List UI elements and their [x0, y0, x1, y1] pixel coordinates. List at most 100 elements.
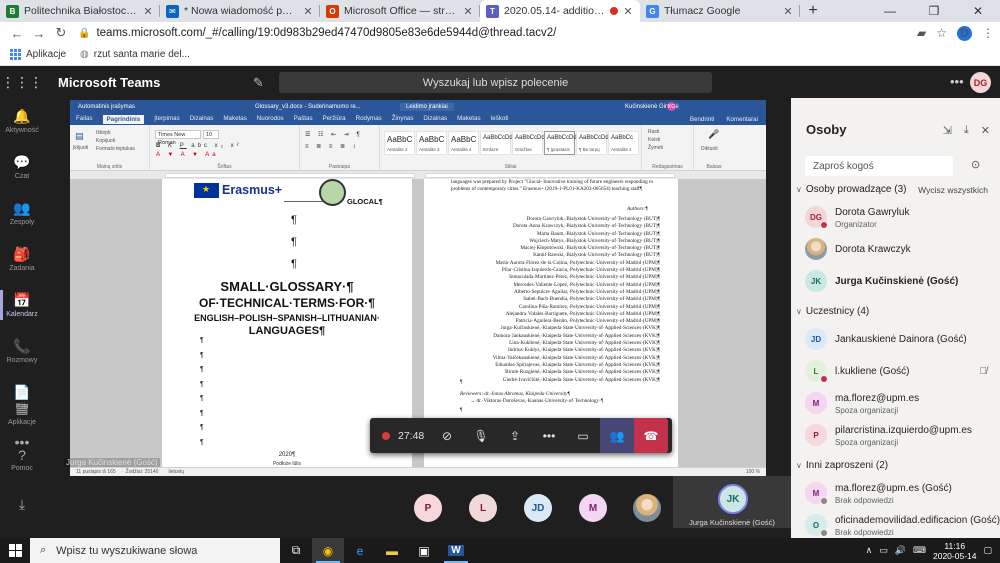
system-tray: ∧ ▭ 🔊 ⌨ 11:16 2020-05-14 ▢	[866, 538, 992, 563]
participant-row[interactable]: Ooficinademovilidad.edificacion (Gość) Br…	[805, 512, 1000, 538]
microphone-button[interactable]: 🎙	[464, 418, 498, 453]
start-button[interactable]	[0, 538, 30, 563]
task-view-taskbar-button[interactable]: ⧉	[280, 538, 312, 563]
rail-item-rozmowy[interactable]: 📞 Rozmowy	[0, 328, 44, 374]
participant-row[interactable]: JD Jankauskienė Dainora (Gość)	[805, 326, 995, 358]
tab-close-icon[interactable]: ✕	[142, 5, 154, 18]
chrome-taskbar-button[interactable]: ◉	[312, 538, 344, 563]
new-tab-button[interactable]: +	[800, 0, 826, 22]
show-conversation-button[interactable]: ▭	[566, 418, 600, 453]
people-icon: 👥	[609, 428, 625, 443]
rail-item-pomoc[interactable]: ? Pomoc	[0, 436, 44, 482]
word-taskbar-button[interactable]: W	[440, 538, 472, 563]
tab-close-icon[interactable]: ✕	[782, 5, 794, 18]
participant-avatar: M	[805, 392, 827, 414]
edge-taskbar-button[interactable]: e	[344, 538, 376, 563]
word-ribbon: ▤ Įklijuoti Iškirpti Kopijuoti Formato t…	[70, 125, 766, 171]
reload-button[interactable]: ↻	[50, 25, 72, 41]
browser-menu-icon[interactable]: ⋮	[982, 26, 994, 40]
more-actions-button[interactable]: •••	[532, 418, 566, 453]
participant-row[interactable]: Ll.kukliene (Gość) 🎙̸	[805, 358, 995, 390]
author-line: Jurga·Kučinskienė,·Klaipeda·State·Univer…	[500, 325, 660, 332]
people-panel: Osoby ⇲ ⤓ ✕ Zaproś kogoś ⊙ ∨ Osoby prowad…	[791, 98, 1000, 538]
maximize-button[interactable]: ❐	[912, 0, 956, 22]
close-icon[interactable]: ✕	[981, 124, 990, 137]
participant-avatar[interactable]: L	[469, 494, 497, 522]
browser-tab[interactable]: G Tłumacz Google ✕	[640, 0, 800, 22]
forward-button[interactable]: →	[28, 26, 50, 41]
participant-avatar[interactable]: JD	[524, 494, 552, 522]
font-name-box: Times New Roman	[155, 130, 201, 146]
taskbar-search-input[interactable]: ⌕ Wpisz tu wyszukiwane słowa	[30, 538, 280, 563]
close-window-button[interactable]: ✕	[956, 0, 1000, 22]
store-taskbar-button[interactable]: ▣	[408, 538, 440, 563]
mute-all-icon[interactable]: ⇲	[943, 124, 952, 137]
people-section-header[interactable]: ∨ Osoby prowadzące (3)	[796, 184, 906, 195]
participant-row[interactable]: JK Jurga Kučinskienė (Gość)	[805, 268, 995, 300]
rail-item-czat[interactable]: 💬 Czat	[0, 144, 44, 190]
omnibox[interactable]: 🔒 teams.microsoft.com/_#/calling/19:0d98…	[78, 24, 898, 42]
tab-close-icon[interactable]: ✕	[302, 5, 314, 18]
camera-off-button[interactable]: ⊘	[430, 418, 464, 453]
tab-close-icon[interactable]: ✕	[622, 5, 634, 18]
participant-row[interactable]: Mma.florez@upm.es (Gość) Brak odpowiedzi	[805, 480, 995, 512]
show-participants-button[interactable]: 👥	[600, 418, 634, 453]
pilcrow: ¶	[200, 366, 204, 373]
participant-row[interactable]: DG Dorota Gawryluk Organizator	[805, 204, 995, 236]
participant-avatar[interactable]: P	[414, 494, 442, 522]
bookmark-rzut[interactable]: ◍ rzut santa marie del...	[80, 49, 190, 60]
tray-overflow-icon[interactable]: ∧	[866, 545, 873, 556]
invite-input[interactable]: Zaproś kogoś	[805, 156, 953, 176]
author-line: Kamil·Rawski,·Bialystok·University·of·Te…	[533, 252, 660, 259]
rail-item-zespoły[interactable]: 👥 Zespoły	[0, 190, 44, 236]
browser-tab[interactable]: ✉ * Nowa wiadomość pocztowa ✕	[160, 0, 320, 22]
download-app-button[interactable]: ⤓	[0, 482, 44, 528]
browser-tab[interactable]: B Politechnika Białostocka - Serwer ✕	[0, 0, 160, 22]
rail-item-label: Zadania	[9, 265, 35, 272]
app-launcher-icon[interactable]: ⋮⋮⋮	[0, 74, 44, 91]
camera-off-icon: ⊘	[441, 428, 453, 443]
teams-search-input[interactable]: Wyszukaj lub wpisz polecenie	[279, 72, 712, 93]
camera-icon[interactable]: ▰	[917, 26, 926, 40]
participant-row[interactable]: Dorota Krawczyk	[805, 236, 995, 268]
presence-status-icon	[820, 529, 828, 537]
word-filename: Glossary_v3.docx - Suderinamumo re...	[255, 103, 361, 110]
rail-item-aplikacje[interactable]: ▦ Aplikacje	[0, 390, 44, 436]
presence-status-icon	[820, 375, 828, 383]
file-explorer-taskbar-button[interactable]: ▬	[376, 538, 408, 563]
system-clock[interactable]: 11:16 2020-05-14	[933, 541, 976, 561]
participant-photo-avatar[interactable]	[633, 494, 661, 522]
participant-row[interactable]: Mma.florez@upm.es Spoza organizacji	[805, 390, 995, 422]
more-options-icon[interactable]: •••	[950, 74, 964, 89]
word-tab: Žinynas	[391, 114, 414, 122]
bookmark-apps[interactable]: Aplikacje	[10, 49, 66, 60]
share-invite-icon[interactable]: ⊙	[971, 158, 980, 171]
network-icon[interactable]: ▭	[879, 545, 888, 556]
browser-tab[interactable]: T 2020.05.14- additional meeting ✕	[480, 0, 640, 22]
rail-item-zadania[interactable]: 🎒 Zadania	[0, 236, 44, 282]
hang-up-button[interactable]: ☎	[634, 418, 668, 453]
share-screen-button[interactable]: ⇪	[498, 418, 532, 453]
participant-row[interactable]: Ppilarcristina.izquierdo@upm.es Spoza org…	[805, 422, 995, 454]
tab-close-icon[interactable]: ✕	[462, 5, 474, 18]
people-section-header[interactable]: ∨ Uczestnicy (4)	[796, 306, 869, 317]
user-avatar[interactable]: DG	[970, 72, 991, 93]
volume-icon[interactable]: 🔊	[895, 545, 906, 556]
mute-all-button[interactable]: Wycisz wszystkich	[918, 185, 988, 195]
tab-title: Tłumacz Google	[664, 5, 741, 17]
back-button[interactable]: ←	[6, 26, 28, 41]
browser-profile-avatar[interactable]: D	[957, 25, 972, 41]
new-chat-icon[interactable]: ✎	[253, 75, 264, 91]
rail-item-kalendarz[interactable]: 📅 Kalendarz	[0, 282, 44, 328]
minimize-button[interactable]: —	[868, 0, 912, 22]
browser-tab[interactable]: O Microsoft Office — strona główna ✕	[320, 0, 480, 22]
download-icon[interactable]: ⤓	[964, 124, 969, 137]
participant-avatar[interactable]: M	[579, 494, 607, 522]
star-icon[interactable]: ☆	[936, 26, 947, 40]
active-speaker-tile[interactable]: JK Jurga Kučinskienė (Gość)	[673, 476, 791, 528]
people-section-header[interactable]: ∨ Inni zaproszeni (2)	[796, 460, 888, 471]
comments-button: Komentarai	[726, 115, 758, 123]
keyboard-icon[interactable]: ⌨	[913, 545, 926, 556]
rail-item-aktywność[interactable]: 🔔 Aktywność	[0, 98, 44, 144]
notifications-icon[interactable]: ▢	[983, 545, 992, 556]
